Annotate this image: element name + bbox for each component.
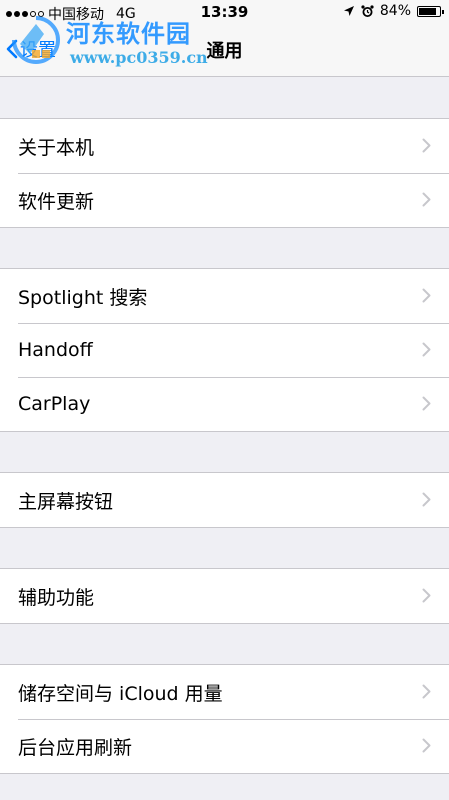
settings-group: 储存空间与 iCloud 用量 后台应用刷新: [0, 664, 449, 774]
chevron-right-icon: [422, 192, 431, 207]
list-item[interactable]: 关于本机: [0, 119, 449, 173]
list-item-label: CarPlay: [18, 393, 91, 415]
chevron-right-icon: [422, 588, 431, 603]
list-item[interactable]: Spotlight 搜索: [0, 269, 449, 323]
list-item-label: 辅助功能: [18, 586, 95, 609]
chevron-right-icon: [422, 342, 431, 357]
status-right: 84%: [343, 3, 444, 19]
list-item-label: 软件更新: [18, 190, 95, 213]
list-item-label: 主屏幕按钮: [18, 490, 114, 513]
battery-fill: [419, 7, 436, 15]
chevron-right-icon: [422, 738, 431, 753]
list-item-label: 关于本机: [18, 136, 95, 159]
list-item[interactable]: 辅助功能: [0, 569, 449, 623]
chevron-right-icon: [422, 396, 431, 411]
alarm-icon: [361, 4, 374, 17]
settings-group: 主屏幕按钮: [0, 472, 449, 528]
navigation-bar: 设置 通用: [0, 24, 449, 77]
list-item[interactable]: Handoff: [0, 323, 449, 377]
page-title: 通用: [206, 41, 243, 62]
status-bar: 中国移动 4G 13:39 84%: [0, 0, 449, 24]
list-item-label: Handoff: [18, 339, 93, 361]
list-item[interactable]: 储存空间与 iCloud 用量: [0, 665, 449, 719]
list-item[interactable]: CarPlay: [0, 377, 449, 431]
settings-group: 辅助功能: [0, 568, 449, 624]
settings-group: Spotlight 搜索 Handoff CarPlay: [0, 268, 449, 432]
list-item-label: 储存空间与 iCloud 用量: [18, 682, 223, 705]
chevron-right-icon: [422, 138, 431, 153]
list-item-label: Spotlight 搜索: [18, 286, 148, 309]
battery-percent: 84%: [379, 3, 411, 19]
location-arrow-icon: [343, 6, 354, 16]
chevron-right-icon: [422, 288, 431, 303]
settings-group: 关于本机 软件更新: [0, 118, 449, 228]
list-item[interactable]: 主屏幕按钮: [0, 473, 449, 527]
list-item[interactable]: 软件更新: [0, 173, 449, 227]
list-item-label: 后台应用刷新: [18, 736, 133, 759]
chevron-right-icon: [422, 684, 431, 699]
chevron-right-icon: [422, 492, 431, 507]
list-item[interactable]: 后台应用刷新: [0, 719, 449, 773]
battery-icon: [417, 5, 444, 17]
